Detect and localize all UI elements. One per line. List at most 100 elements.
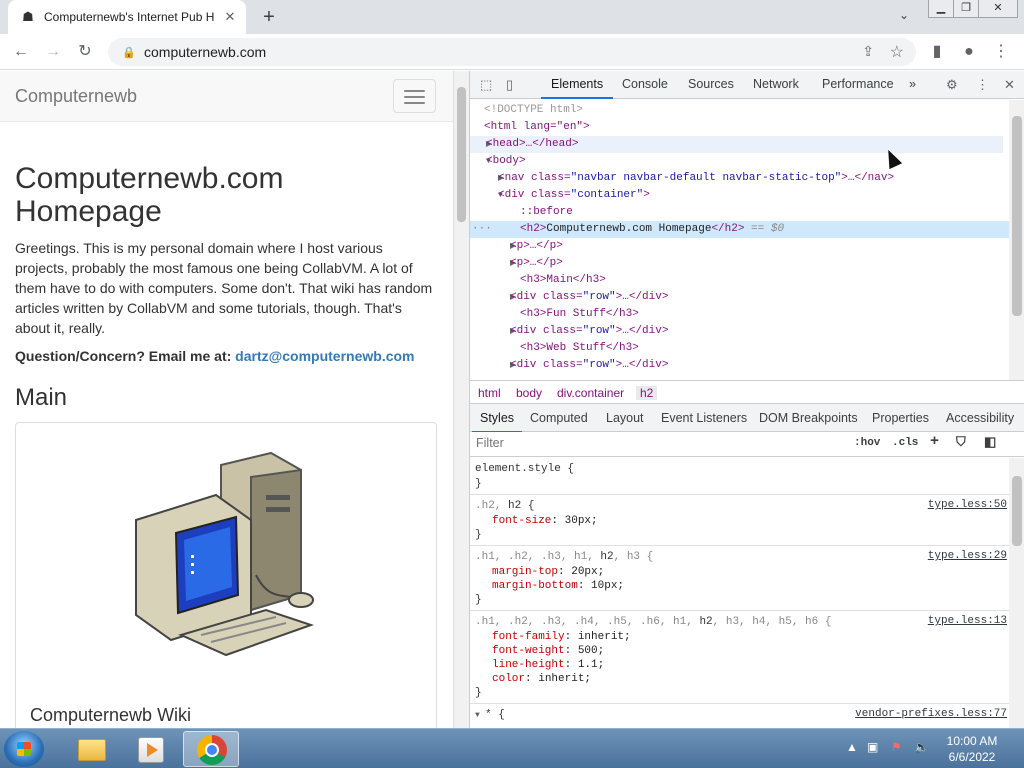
dom-node-h3-web[interactable]: <h3>Web Stuff</h3> <box>470 340 1009 357</box>
toggle-sidebar-icon[interactable]: ◧ <box>984 435 996 450</box>
dom-node-head[interactable]: ▶<head>…</head> <box>470 136 1003 153</box>
back-arrow-icon[interactable]: ← <box>10 41 32 63</box>
new-rule-plus-icon[interactable]: + <box>930 433 939 450</box>
email-link[interactable]: dartz@computernewb.com <box>235 348 414 364</box>
restore-button[interactable]: ❐ <box>953 0 979 18</box>
dom-node-p[interactable]: ▶<p>…</p> <box>470 238 1009 255</box>
devtools-close-icon[interactable]: ✕ <box>1004 77 1015 93</box>
class-toggle-button[interactable]: .cls <box>892 437 918 449</box>
tab-event-listeners[interactable]: Event Listeners <box>661 411 747 425</box>
dom-node-html[interactable]: <html lang="en"> <box>470 119 1009 136</box>
devtools-tabbar: ⬚ ▯ Elements Console Sources Network Per… <box>470 71 1024 99</box>
tab-accessibility[interactable]: Accessibility <box>946 411 1014 425</box>
css-declaration[interactable]: font-family: inherit; <box>475 630 1003 644</box>
css-declaration[interactable]: line-height: 1.1; <box>475 658 1003 672</box>
rule-source-link[interactable]: type.less:13 <box>928 615 1007 627</box>
tab-performance[interactable]: Performance <box>822 77 894 91</box>
css-rule-element-style[interactable]: element.style { } <box>470 458 1009 495</box>
css-rule-headings-font[interactable]: type.less:13 .h1, .h2, .h3, .h4, .h5, .h… <box>470 611 1009 704</box>
dom-node-h3-fun[interactable]: <h3>Fun Stuff</h3> <box>470 306 1009 323</box>
dom-node-p[interactable]: ▶<p>…</p> <box>470 255 1009 272</box>
css-rule-h2[interactable]: type.less:50 .h2, h2 { font-size: 30px; … <box>470 495 1009 546</box>
paint-bucket-icon[interactable]: ⛉ <box>956 435 966 450</box>
more-actions-icon[interactable]: ··· <box>472 221 492 238</box>
dom-node-h3-main[interactable]: <h3>Main</h3> <box>470 272 1009 289</box>
side-panel-icon[interactable]: ▮ <box>926 41 948 63</box>
dom-node-nav[interactable]: ▶<nav class="navbar navbar-default navba… <box>470 170 1009 187</box>
styles-filter-input[interactable] <box>476 436 836 450</box>
more-tabs-icon[interactable]: » <box>909 77 916 91</box>
start-button-windows-icon[interactable] <box>4 731 44 767</box>
rule-source-link[interactable]: vendor-prefixes.less:77 <box>855 708 1007 720</box>
window-close-button[interactable]: ✕ <box>978 0 1018 18</box>
css-rule-headings-margin[interactable]: type.less:29 .h1, .h2, .h3, h1, h2, h3 {… <box>470 546 1009 611</box>
tray-expand-icon[interactable]: ▲ <box>846 740 858 754</box>
dom-scrollbar[interactable] <box>1009 100 1024 380</box>
share-icon[interactable]: ⇪ <box>862 43 874 60</box>
hover-state-button[interactable]: :hov <box>854 437 880 449</box>
media-player-icon <box>138 737 164 763</box>
dom-node-doctype[interactable]: <!DOCTYPE html> <box>470 102 1009 119</box>
wiki-card[interactable]: Computernewb Wiki <box>15 422 437 728</box>
dom-node-div-row[interactable]: ▶<div class="row">…</div> <box>470 323 1009 340</box>
breadcrumb-body[interactable]: body <box>516 386 542 400</box>
chrome-menu-icon[interactable]: ⋮ <box>990 41 1012 63</box>
tab-elements[interactable]: Elements <box>540 77 614 99</box>
tab-properties[interactable]: Properties <box>872 411 929 425</box>
navbar-brand[interactable]: Computernewb <box>15 86 137 107</box>
expand-triangle-icon[interactable]: ▼ <box>475 708 485 723</box>
tab-dom-breakpoints[interactable]: DOM Breakpoints <box>759 411 858 425</box>
dom-node-div-row[interactable]: ▶<div class="row">…</div> <box>470 357 1009 374</box>
css-declaration[interactable]: font-weight: 500; <box>475 644 1003 658</box>
tab-search-chevron-icon[interactable]: ⌄ <box>894 8 914 26</box>
breadcrumb-container[interactable]: div.container <box>557 386 624 400</box>
css-declaration[interactable]: margin-top: 20px; <box>475 565 1003 579</box>
css-declaration[interactable]: color: inherit; <box>475 672 1003 686</box>
rule-source-link[interactable]: type.less:29 <box>928 550 1007 562</box>
tray-network-icon[interactable]: ▣ <box>867 740 878 754</box>
tab-sources[interactable]: Sources <box>688 77 734 91</box>
tray-volume-icon[interactable]: 🔈 <box>914 740 929 754</box>
navbar-toggle-hamburger-icon[interactable] <box>393 79 436 113</box>
taskbar-clock[interactable]: 10:00 AM 6/6/2022 <box>932 733 1012 765</box>
dom-node-body[interactable]: ▼<body> <box>470 153 1009 170</box>
tab-computed[interactable]: Computed <box>530 411 588 425</box>
tab-close-icon[interactable]: ✕ <box>222 9 238 25</box>
bookmark-star-icon[interactable]: ☆ <box>890 42 904 62</box>
settings-gear-icon[interactable]: ⚙ <box>946 77 958 93</box>
styles-scrollbar[interactable] <box>1009 458 1024 728</box>
styles-pane: element.style { } type.less:50 .h2, h2 {… <box>470 458 1009 728</box>
breadcrumb-html[interactable]: html <box>478 386 501 400</box>
device-toolbar-icon[interactable]: ▯ <box>506 77 513 93</box>
css-declaration[interactable]: font-size: 30px; <box>475 514 1003 528</box>
tab-styles[interactable]: Styles <box>471 411 523 433</box>
devtools-menu-icon[interactable]: ⋮ <box>976 77 989 93</box>
minimize-button[interactable]: ▁ <box>928 0 954 18</box>
breadcrumb-h2[interactable]: h2 <box>636 386 658 400</box>
address-bar[interactable]: 🔒 computernewb.com ⇪ ☆ <box>108 38 916 66</box>
forward-arrow-icon[interactable]: → <box>42 41 64 63</box>
taskbar-chrome[interactable] <box>183 731 239 767</box>
card-caption[interactable]: Computernewb Wiki <box>30 705 191 726</box>
css-declaration[interactable]: margin-bottom: 10px; <box>475 579 1003 593</box>
dom-node-before[interactable]: ::before <box>470 204 1009 221</box>
tab-console[interactable]: Console <box>622 77 668 91</box>
dom-node-container[interactable]: ▼<div class="container"> <box>470 187 1009 204</box>
css-rule-universal[interactable]: vendor-prefixes.less:77 ▼ * { <box>470 704 1009 726</box>
lock-icon[interactable]: 🔒 <box>122 46 138 59</box>
new-tab-button[interactable]: + <box>258 6 280 28</box>
web-page: Computernewb Computernewb.com Homepage G… <box>0 71 453 728</box>
rule-source-link[interactable]: type.less:50 <box>928 499 1007 511</box>
tab-network[interactable]: Network <box>753 77 799 91</box>
taskbar-explorer[interactable] <box>62 731 118 767</box>
tab-layout[interactable]: Layout <box>606 411 644 425</box>
tray-flag-icon[interactable]: ⚑ <box>891 740 902 754</box>
browser-tab[interactable]: ☗ Computernewb's Internet Pub H ✕ <box>8 0 246 34</box>
inspect-element-icon[interactable]: ⬚ <box>480 77 492 93</box>
reload-icon[interactable]: ↻ <box>74 41 96 63</box>
taskbar-media-player[interactable] <box>122 731 178 767</box>
page-scrollbar[interactable] <box>453 71 469 728</box>
dom-node-div-row[interactable]: ▶<div class="row">…</div> <box>470 289 1009 306</box>
profile-avatar-icon[interactable]: ● <box>958 41 980 63</box>
dom-node-h2-selected[interactable]: ··· <h2>Computernewb.com Homepage</h2> ==… <box>470 221 1009 238</box>
